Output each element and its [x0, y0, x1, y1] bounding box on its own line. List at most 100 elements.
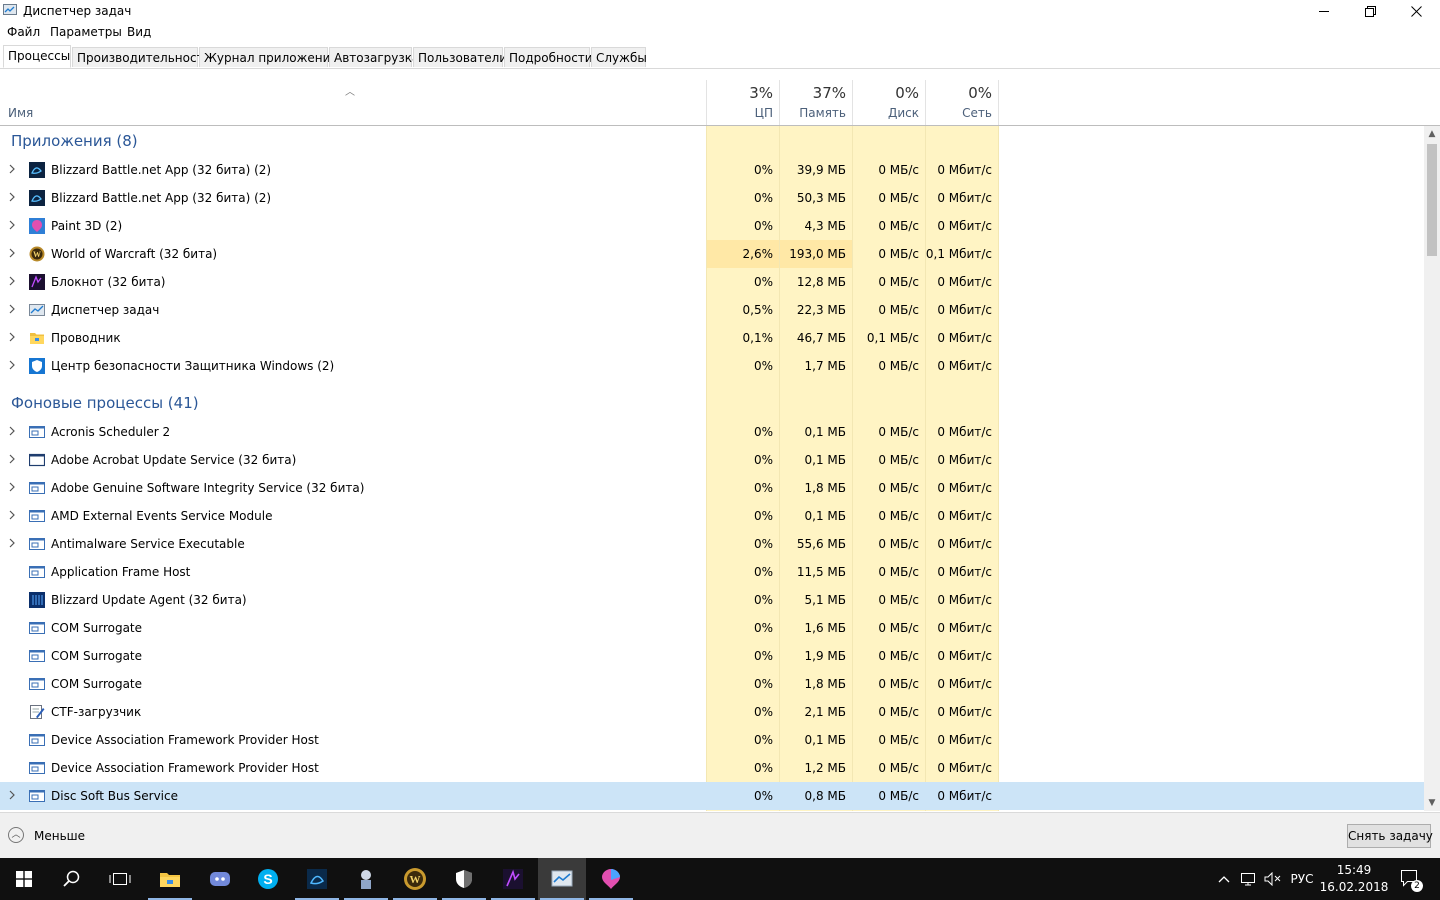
process-row[interactable]: W World of Warcraft (32 бита) 2,6% 193,0 МБ… — [0, 240, 1424, 268]
menu-view[interactable]: Вид — [127, 25, 151, 39]
process-name: Проводник — [51, 331, 121, 345]
process-row[interactable]: Application Frame Host 0% 11,5 МБ 0 МБ/с 0 М… — [0, 558, 1424, 586]
column-name[interactable]: Имя — [8, 106, 33, 120]
disk-value: 0 МБ/с — [878, 565, 919, 579]
process-row[interactable]: COM Surrogate 0% 1,9 МБ 0 МБ/с 0 Мбит/с — [0, 642, 1424, 670]
tab-app-history[interactable]: Журнал приложений — [199, 47, 338, 67]
wow-icon[interactable]: W — [391, 858, 439, 900]
notepad-icon[interactable] — [489, 858, 537, 900]
column-disk[interactable]: 0% Диск — [852, 80, 925, 125]
chevron-up-circle-icon[interactable]: ︿ — [8, 827, 24, 843]
chevron-right-icon[interactable] — [8, 220, 18, 230]
disk-value: 0 МБ/с — [878, 593, 919, 607]
process-row[interactable]: Диспетчер задач 0,5% 22,3 МБ 0 МБ/с 0 Мбит/с — [0, 296, 1424, 324]
process-row[interactable]: Acronis Scheduler 2 0% 0,1 МБ 0 МБ/с 0 Мбит/… — [0, 418, 1424, 446]
battlenet-icon[interactable] — [293, 858, 341, 900]
tab-startup[interactable]: Автозагрузка — [329, 47, 419, 67]
process-row[interactable]: Paint 3D (2) 0% 4,3 МБ 0 МБ/с 0 Мбит/с — [0, 212, 1424, 240]
process-row[interactable]: Blizzard Battle.net App (32 бита) (2) 0% 5… — [0, 184, 1424, 212]
cpu-value: 0,1% — [742, 331, 774, 345]
group-apps[interactable]: Приложения (8) — [11, 132, 138, 150]
process-row[interactable]: Device Association Framework Provider Ho… — [0, 726, 1424, 754]
process-name: World of Warcraft (32 бита) — [51, 247, 218, 261]
chevron-right-icon[interactable] — [8, 790, 18, 800]
column-header: ︿ Имя 3% ЦП 37% Память 0% Диск 0% Сеть — [0, 80, 1440, 126]
skype-icon[interactable]: S — [244, 858, 292, 900]
chevron-right-icon[interactable] — [8, 248, 18, 258]
cpu-value: 0% — [753, 593, 773, 607]
disk-value: 0 МБ/с — [878, 761, 919, 775]
tab-details[interactable]: Подробности — [504, 47, 593, 67]
paint3d-icon[interactable] — [587, 858, 635, 900]
menu-options[interactable]: Параметры — [50, 25, 122, 39]
process-row[interactable]: Device Association Framework Provider Ho… — [0, 754, 1424, 782]
chevron-right-icon[interactable] — [8, 482, 18, 492]
column-cpu[interactable]: 3% ЦП — [706, 80, 779, 125]
column-network[interactable]: 0% Сеть — [925, 80, 999, 125]
column-memory[interactable]: 37% Память — [779, 80, 852, 125]
clock[interactable]: 15:49 16.02.2018 — [1318, 862, 1390, 896]
process-row[interactable]: CTF-загрузчик 0% 2,1 МБ 0 МБ/с 0 Мбит/с — [0, 698, 1424, 726]
process-row[interactable]: Blizzard Battle.net App (32 бита) (2) 0% 3… — [0, 156, 1424, 184]
maximize-button[interactable] — [1347, 0, 1393, 22]
search-icon[interactable] — [48, 858, 96, 900]
unknown-app-icon[interactable] — [342, 858, 390, 900]
cpu-value: 0% — [753, 191, 773, 205]
chevron-right-icon[interactable] — [8, 164, 18, 174]
fewer-details-link[interactable]: Меньше — [34, 829, 85, 843]
process-row[interactable]: Блокнот (32 бита) 0% 12,8 МБ 0 МБ/с 0 Мбит/с — [0, 268, 1424, 296]
memory-total: 37% — [812, 84, 846, 102]
scroll-up-icon[interactable]: ▲ — [1424, 126, 1440, 142]
network-icon[interactable] — [1238, 858, 1260, 900]
chevron-right-icon[interactable] — [8, 276, 18, 286]
volume-muted-icon[interactable] — [1262, 858, 1284, 900]
mem-value: 0,8 МБ — [804, 789, 846, 803]
net-value: 0 Мбит/с — [937, 621, 992, 635]
cpu-value: 0% — [753, 761, 773, 775]
language-indicator[interactable]: РУС — [1286, 858, 1318, 900]
vertical-scrollbar[interactable]: ▲ ▼ — [1424, 126, 1440, 811]
process-row[interactable]: Adobe Genuine Software Integrity Service… — [0, 474, 1424, 502]
end-task-button[interactable]: Снять задачу — [1347, 824, 1433, 848]
notification-center-icon[interactable]: 2 — [1396, 858, 1426, 900]
close-button[interactable] — [1393, 0, 1439, 22]
file-explorer-icon[interactable] — [146, 858, 194, 900]
process-row[interactable]: Проводник 0,1% 46,7 МБ 0,1 МБ/с 0 Мбит/с — [0, 324, 1424, 352]
chevron-right-icon[interactable] — [8, 192, 18, 202]
net-value: 0 Мбит/с — [937, 509, 992, 523]
chevron-right-icon[interactable] — [8, 538, 18, 548]
process-row[interactable]: Disc Soft Bus Service 0% 0,8 МБ 0 МБ/с 0 Мби… — [0, 782, 1424, 810]
tab-processes[interactable]: Процессы — [3, 45, 71, 68]
menu-file[interactable]: Файл — [7, 25, 40, 39]
tab-services[interactable]: Службы — [591, 47, 647, 67]
title-bar: Диспетчер задач — [0, 0, 1440, 22]
defender-shield-icon[interactable] — [440, 858, 488, 900]
chevron-right-icon[interactable] — [8, 304, 18, 314]
task-view-icon[interactable] — [96, 858, 144, 900]
task-manager-icon[interactable] — [538, 858, 586, 900]
process-row[interactable]: AMD External Events Service Module 0% 0,1 … — [0, 502, 1424, 530]
chevron-right-icon[interactable] — [8, 454, 18, 464]
minimize-button[interactable] — [1301, 0, 1347, 22]
tab-performance[interactable]: Производительность — [72, 47, 211, 67]
chevron-right-icon[interactable] — [8, 426, 18, 436]
sort-ascending-icon[interactable]: ︿ — [345, 83, 355, 98]
process-row[interactable]: Центр безопасности Защитника Windows (2)… — [0, 352, 1424, 380]
ctf-pen-icon — [29, 704, 45, 720]
chevron-right-icon[interactable] — [8, 360, 18, 370]
process-row[interactable]: Antimalware Service Executable 0% 55,6 МБ 0… — [0, 530, 1424, 558]
tab-users[interactable]: Пользователи — [413, 47, 507, 67]
process-row[interactable]: Adobe Acrobat Update Service (32 бита) 0%… — [0, 446, 1424, 474]
chevron-right-icon[interactable] — [8, 510, 18, 520]
discord-icon[interactable] — [196, 858, 244, 900]
scroll-down-icon[interactable]: ▼ — [1424, 795, 1440, 811]
chevron-up-icon[interactable] — [1214, 858, 1234, 900]
group-background[interactable]: Фоновые процессы (41) — [11, 394, 199, 412]
process-row[interactable]: COM Surrogate 0% 1,8 МБ 0 МБ/с 0 Мбит/с — [0, 670, 1424, 698]
start-windows-icon[interactable] — [0, 858, 48, 900]
process-row[interactable]: Blizzard Update Agent (32 бита) 0% 5,1 МБ 0… — [0, 586, 1424, 614]
scroll-thumb[interactable] — [1427, 144, 1437, 256]
chevron-right-icon[interactable] — [8, 332, 18, 342]
net-value: 0 Мбит/с — [937, 275, 992, 289]
process-row[interactable]: COM Surrogate 0% 1,6 МБ 0 МБ/с 0 Мбит/с — [0, 614, 1424, 642]
